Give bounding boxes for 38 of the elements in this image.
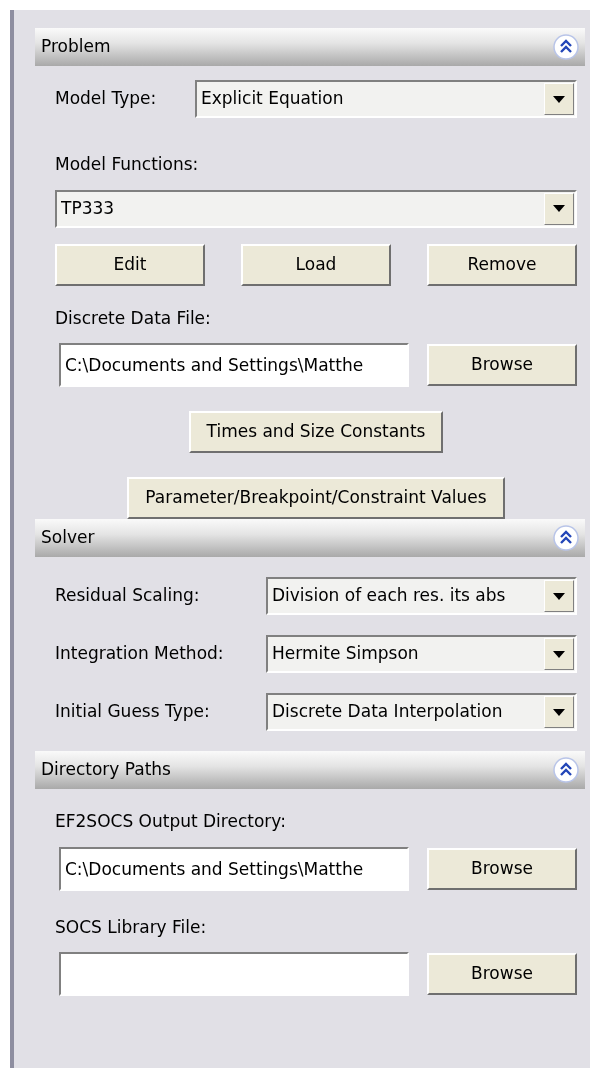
section-title: Solver [41, 526, 95, 550]
section-title: Directory Paths [41, 758, 171, 782]
button[interactable]: Browse [427, 847, 577, 890]
field-label: EF2SOCS Output Directory: [55, 810, 287, 833]
path-field[interactable] [59, 952, 409, 996]
caret-icon [553, 650, 565, 658]
dropdown[interactable]: TP333 [55, 189, 577, 228]
button[interactable]: Load [241, 243, 391, 286]
field-label: Integration Method: [55, 642, 225, 666]
path-field[interactable]: C:\Documents and Settings\Matthe [59, 343, 409, 387]
dropdown[interactable]: Explicit Equation [195, 80, 577, 118]
dropdown[interactable]: Division of each res. its abs [266, 577, 577, 615]
caret-icon [553, 708, 565, 716]
collapse-icon[interactable] [553, 34, 579, 60]
button[interactable]: Browse [427, 344, 577, 386]
collapse-icon[interactable] [553, 757, 579, 783]
field-label: SOCS Library File: [55, 915, 208, 939]
button[interactable]: Edit [55, 243, 205, 286]
button[interactable]: Parameter/Breakpoint/Constraint Values [127, 477, 505, 519]
field-label: Discrete Data File: [55, 306, 212, 330]
field-label: Residual Scaling: [55, 584, 201, 608]
caret-icon [553, 592, 565, 600]
button[interactable]: Browse [427, 953, 577, 995]
section-header[interactable]: Solver [35, 519, 585, 557]
dropdown[interactable]: Discrete Data Interpolation [266, 693, 577, 731]
path-field[interactable]: C:\Documents and Settings\Matthe [59, 846, 409, 891]
button[interactable]: Remove [427, 243, 577, 286]
section-title: Problem [41, 35, 111, 59]
field-label: Model Functions: [55, 153, 200, 176]
field-label: Model Type: [55, 87, 158, 111]
field-label: Initial Guess Type: [55, 700, 211, 724]
dropdown[interactable]: Hermite Simpson [266, 635, 577, 673]
button[interactable]: Times and Size Constants [188, 411, 444, 453]
section-header[interactable]: Problem [35, 28, 585, 66]
caret-icon [553, 95, 565, 103]
section-header[interactable]: Directory Paths [35, 751, 585, 789]
caret-icon [553, 205, 565, 212]
collapse-icon[interactable] [553, 525, 579, 551]
